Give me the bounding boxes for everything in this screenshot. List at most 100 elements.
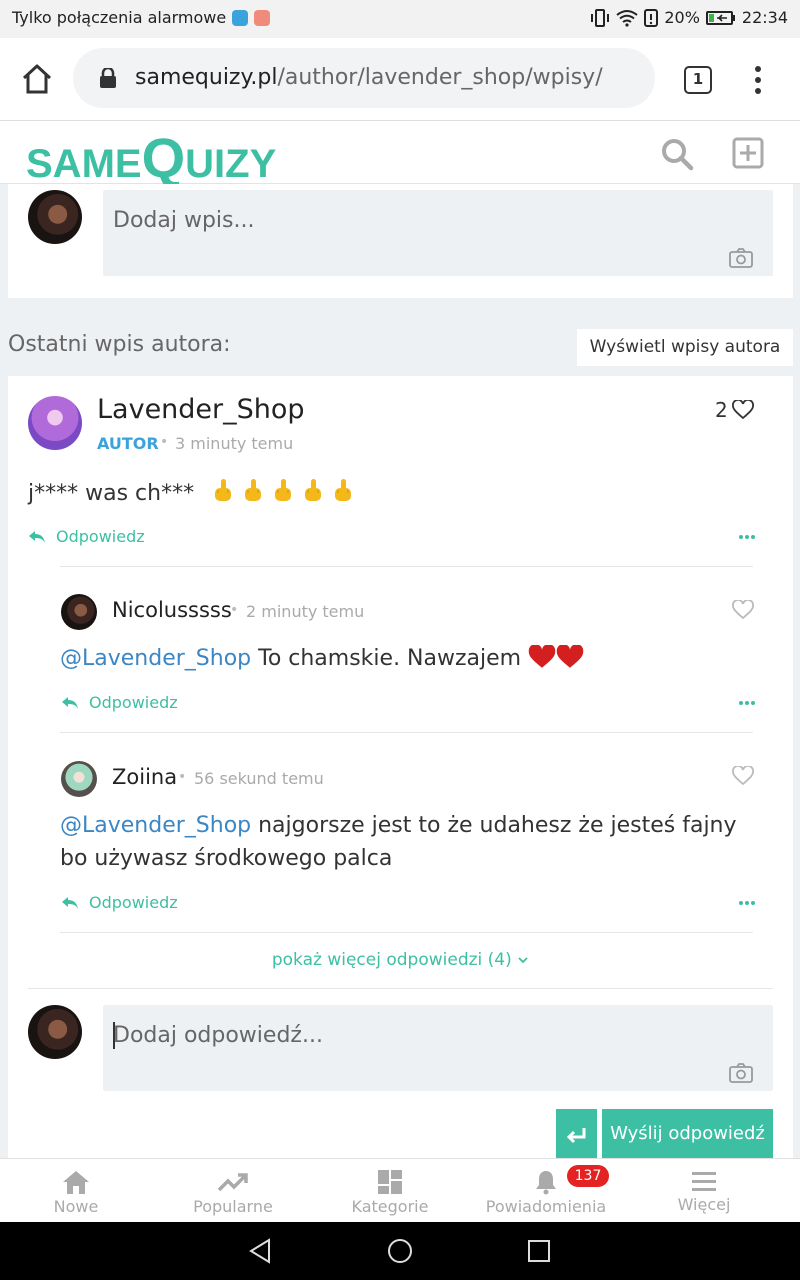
reply-button[interactable]: Odpowiedz	[28, 527, 145, 546]
vibrate-icon	[591, 8, 610, 27]
reply-button[interactable]: Odpowiedz	[61, 893, 178, 912]
post-author[interactable]: Lavender_Shop	[97, 394, 305, 425]
post-body: j**** was ch***	[28, 478, 355, 506]
post-text: j**** was ch***	[28, 481, 195, 506]
wifi-icon	[616, 9, 638, 27]
address-bar[interactable]: samequizy.pl/author/lavender_shop/wpisy/	[73, 48, 655, 108]
middle-finger-emoji	[245, 479, 262, 501]
system-navigation-bar	[0, 1222, 800, 1280]
latest-post-label: Ostatni wpis autora:	[8, 332, 231, 357]
enter-icon	[566, 1128, 586, 1144]
reply-button[interactable]: Odpowiedz	[61, 693, 178, 712]
back-icon[interactable]	[248, 1238, 272, 1264]
middle-finger-emoji	[275, 479, 292, 501]
reply-input-placeholder: Dodaj odpowiedź...	[113, 1023, 323, 1048]
recents-icon[interactable]	[527, 1239, 551, 1263]
search-icon[interactable]	[660, 137, 694, 171]
divider	[28, 988, 773, 989]
chevron-down-icon	[518, 957, 528, 964]
clock: 22:34	[741, 8, 788, 27]
no-sim-icon	[644, 8, 659, 27]
post-input[interactable]: Dodaj wpis...	[103, 190, 773, 276]
red-heart-emoji	[556, 644, 584, 668]
url-domain: samequizy.pl	[135, 65, 278, 90]
avatar[interactable]	[61, 761, 97, 797]
bell-icon	[536, 1171, 556, 1195]
meta-separator: •	[160, 434, 169, 450]
comment-time: 2 minuty temu	[246, 602, 365, 621]
comment-time: 56 sekund temu	[194, 769, 324, 788]
more-options-icon[interactable]	[739, 701, 755, 705]
status-bar: Tylko połączenia alarmowe 20% 22:34	[0, 0, 800, 38]
url-path: /author/lavender_shop/wpisy/	[277, 65, 603, 90]
enter-key-button[interactable]	[556, 1109, 597, 1159]
bottom-navigation: Nowe Popularne Kategorie Powiadomienia 1…	[0, 1158, 800, 1222]
nav-label: Kategorie	[351, 1197, 429, 1216]
tab-switcher-button[interactable]: 1	[684, 66, 712, 94]
heart-icon[interactable]	[732, 600, 754, 620]
heart-icon	[731, 400, 754, 420]
notification-count-badge: 137	[567, 1165, 609, 1187]
comment-author[interactable]: Nicolusssss	[112, 598, 232, 622]
comment-body: @Lavender_Shop najgorsze jest to że udah…	[60, 809, 760, 875]
mention-link[interactable]: @Lavender_Shop	[60, 646, 251, 671]
add-icon[interactable]	[732, 137, 764, 169]
carrier-text: Tylko połączenia alarmowe	[12, 8, 227, 27]
mail-icon	[254, 9, 271, 26]
site-logo[interactable]: SAMEQUIZY	[26, 125, 276, 190]
author-badge: AUTOR	[97, 434, 159, 453]
reply-input[interactable]: Dodaj odpowiedź...	[103, 1005, 773, 1091]
show-more-replies-link[interactable]: pokaż więcej odpowiedzi (4)	[8, 950, 793, 970]
comment-text: To chamskie. Nawzajem	[251, 646, 529, 671]
reply-label: Odpowiedz	[89, 893, 178, 912]
lock-icon	[100, 68, 116, 88]
nav-item-popularne[interactable]: Popularne	[178, 1159, 288, 1223]
post-time: 3 minuty temu	[175, 434, 294, 453]
grid-icon	[378, 1170, 402, 1194]
divider	[60, 732, 753, 733]
avatar[interactable]	[28, 396, 82, 450]
reply-icon	[29, 530, 45, 543]
show-author-posts-button[interactable]: Wyświetl wpisy autora	[577, 329, 793, 366]
meta-separator: •	[178, 769, 187, 785]
more-options-icon[interactable]	[739, 535, 755, 539]
nav-label: Powiadomienia	[485, 1197, 607, 1216]
home-icon[interactable]	[20, 62, 54, 96]
site-header: SAMEQUIZY	[0, 120, 800, 189]
middle-finger-emoji	[335, 479, 352, 501]
url-text: samequizy.pl/author/lavender_shop/wpisy/	[135, 65, 603, 90]
avatar	[28, 190, 82, 244]
browser-menu-icon[interactable]	[748, 64, 768, 96]
reply-icon	[62, 896, 78, 909]
nav-item-nowe[interactable]: Nowe	[26, 1159, 126, 1223]
avatar[interactable]	[61, 594, 97, 630]
meta-separator: •	[230, 602, 239, 618]
comment-author[interactable]: Zoiina	[112, 765, 177, 789]
nav-label: Popularne	[193, 1197, 273, 1216]
like-button[interactable]: 2	[715, 398, 754, 422]
show-more-label: pokaż więcej odpowiedzi (4)	[271, 950, 512, 970]
like-count: 2	[715, 398, 728, 422]
heart-icon[interactable]	[732, 766, 754, 786]
nav-label: Więcej	[677, 1195, 731, 1214]
camera-icon[interactable]	[729, 248, 753, 268]
more-options-icon[interactable]	[739, 901, 755, 905]
post-card: Lavender_Shop AUTOR • 3 minuty temu 2 j*…	[8, 376, 793, 1166]
reply-label: Odpowiedz	[56, 527, 145, 546]
battery-percent: 20%	[664, 8, 700, 27]
battery-icon	[705, 10, 735, 25]
camera-icon[interactable]	[729, 1063, 753, 1083]
messenger-icon	[232, 9, 249, 26]
browser-toolbar: samequizy.pl/author/lavender_shop/wpisy/…	[0, 38, 800, 120]
trending-icon	[217, 1173, 248, 1192]
red-heart-emoji	[528, 644, 556, 668]
avatar	[28, 1005, 82, 1059]
hamburger-icon	[692, 1172, 716, 1191]
mention-link[interactable]: @Lavender_Shop	[60, 813, 251, 838]
nav-item-kategorie[interactable]: Kategorie	[340, 1159, 440, 1223]
home-circle-icon[interactable]	[387, 1238, 413, 1264]
middle-finger-emoji	[215, 479, 232, 501]
nav-label: Nowe	[53, 1197, 99, 1216]
send-reply-button[interactable]: Wyślij odpowiedź	[602, 1109, 773, 1159]
nav-item-wiecej[interactable]: Więcej	[656, 1159, 752, 1223]
